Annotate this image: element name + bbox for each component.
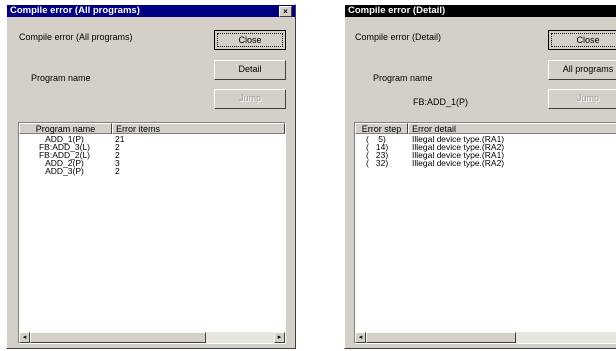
list-header: Program name Error items — [19, 123, 285, 134]
scroll-left-icon[interactable]: ◂ — [19, 332, 30, 343]
title-bar[interactable]: Compile error (Detail) — [345, 5, 616, 17]
scroll-thumb[interactable] — [366, 332, 516, 343]
close-icon[interactable]: × — [279, 6, 292, 17]
program-name-cell: ADD_3(P) — [45, 166, 84, 176]
scroll-left-icon[interactable]: ◂ — [355, 332, 366, 343]
dialog-compile-error-all: Compile error (All programs) × Compile e… — [6, 4, 296, 349]
dialog-heading: Compile error (Detail) — [355, 32, 442, 42]
error-detail-list[interactable]: Error step Error detail ( 5) Illegal devi… — [354, 122, 616, 344]
jump-button: Jump — [214, 89, 286, 109]
window-title: Compile error (All programs) — [10, 5, 140, 16]
window-title: Compile error (Detail) — [348, 5, 446, 16]
column-header-program-name[interactable]: Program name — [19, 123, 112, 134]
error-items-cell: 2 — [115, 166, 120, 176]
scroll-thumb[interactable] — [30, 332, 206, 343]
program-name-value: FB:ADD_1(P) — [413, 97, 469, 107]
column-header-error-step[interactable]: Error step — [355, 123, 408, 134]
error-step-cell: ( 32) — [366, 158, 389, 168]
list-item[interactable]: ( 32) Illegal device type.(RA2) — [355, 158, 616, 168]
horizontal-scrollbar[interactable]: ◂ ▸ — [355, 332, 616, 343]
detail-button[interactable]: Detail — [214, 60, 286, 80]
list-rows: ( 5) Illegal device type.(RA1)( 14) Illega… — [355, 135, 616, 168]
list-rows: ADD_1(P) 21 FB:ADD_3(L) 2 FB:ADD_2(L) 2 ADD_2(… — [19, 135, 285, 176]
close-button[interactable]: Close — [548, 30, 616, 50]
jump-button: Jump — [548, 89, 616, 109]
title-bar[interactable]: Compile error (All programs) × — [7, 5, 295, 17]
program-name-label: Program name — [31, 73, 91, 83]
program-name-label: Program name — [373, 73, 433, 83]
error-detail-cell: Illegal device type.(RA2) — [412, 158, 505, 168]
horizontal-scrollbar[interactable]: ◂ ▸ — [19, 332, 285, 343]
column-header-error-items[interactable]: Error items — [112, 123, 285, 134]
program-error-list[interactable]: Program name Error items ADD_1(P) 21 FB:AD… — [18, 122, 286, 344]
scroll-right-icon[interactable]: ▸ — [274, 332, 285, 343]
list-header: Error step Error detail — [355, 123, 616, 134]
column-header-error-detail[interactable]: Error detail — [408, 123, 616, 134]
close-button[interactable]: Close — [214, 30, 286, 50]
list-item[interactable]: ADD_3(P) 2 — [19, 166, 285, 176]
dialog-heading: Compile error (All programs) — [19, 32, 133, 42]
dialog-compile-error-detail: Compile error (Detail) Compile error (De… — [344, 4, 616, 349]
all-programs-button[interactable]: All programs — [548, 60, 616, 80]
